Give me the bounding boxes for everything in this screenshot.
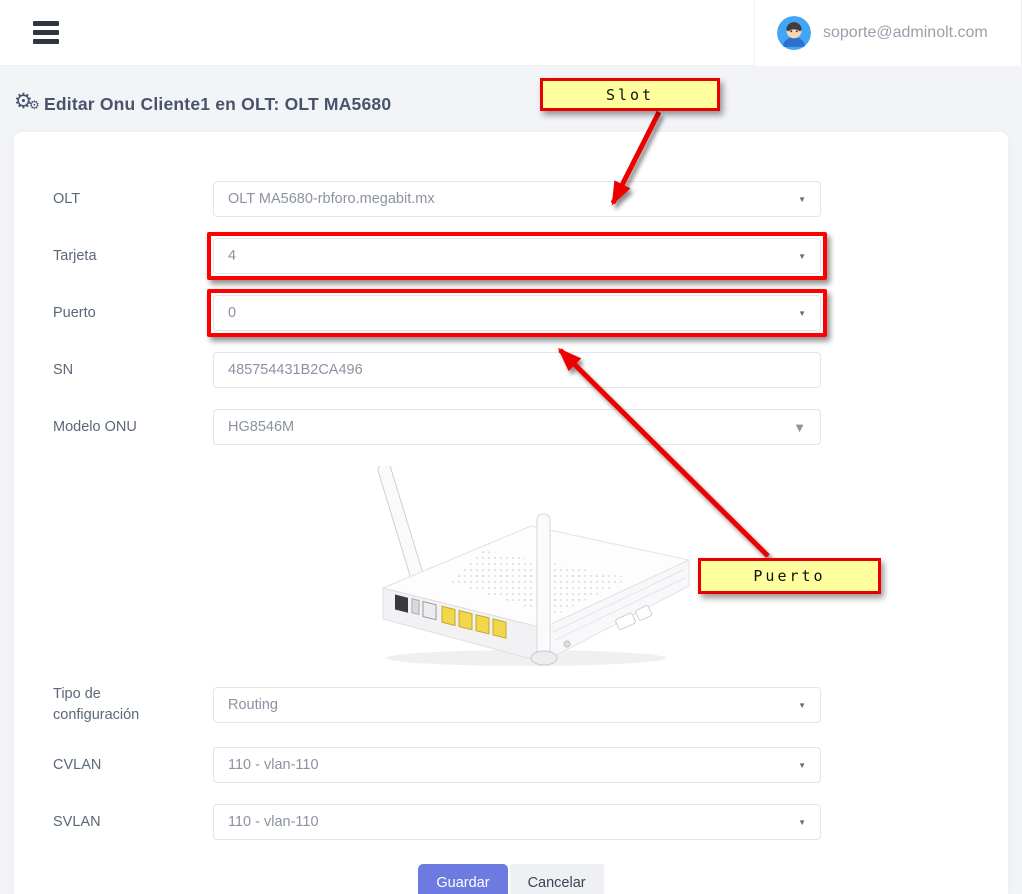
- sn-label: SN: [53, 360, 168, 381]
- page-title: Editar Onu Cliente1 en OLT: OLT MA5680: [44, 94, 391, 115]
- slot-callout: Slot: [540, 78, 720, 111]
- tipo-configuracion-row: Tipo de configuración Routing: [14, 684, 1008, 726]
- svlan-select-value: 110 - vlan-110: [228, 814, 790, 830]
- tarjeta-label: Tarjeta: [53, 246, 168, 267]
- user-avatar: [777, 16, 811, 50]
- olt-select[interactable]: OLT MA5680-rbforo.megabit.mx: [213, 181, 821, 217]
- tarjeta-highlight-box: 4: [207, 232, 827, 280]
- modelo-onu-select-value: HG8546M: [228, 419, 785, 435]
- user-email: soporte@adminolt.com: [823, 24, 988, 42]
- sn-row: SN: [14, 352, 1008, 388]
- cvlan-select-value: 110 - vlan-110: [228, 757, 790, 773]
- tipo-configuracion-select[interactable]: Routing: [213, 687, 821, 723]
- cvlan-label: CVLAN: [53, 755, 168, 776]
- puerto-highlight-box: 0: [207, 289, 827, 337]
- user-menu[interactable]: soporte@adminolt.com: [754, 0, 1022, 66]
- svlan-row: SVLAN 110 - vlan-110: [14, 804, 1008, 840]
- olt-label: OLT: [53, 189, 168, 210]
- hamburger-menu-button[interactable]: [33, 17, 59, 48]
- tipo-configuracion-select-value: Routing: [228, 697, 790, 713]
- page-header: ⚙⚙ Editar Onu Cliente1 en OLT: OLT MA568…: [0, 66, 1022, 126]
- sn-input[interactable]: [213, 352, 821, 388]
- modelo-onu-row: Modelo ONU HG8546M: [14, 409, 1008, 445]
- gears-icon: ⚙⚙: [14, 92, 44, 116]
- tarjeta-select-value: 4: [228, 248, 790, 264]
- top-header: soporte@adminolt.com: [0, 0, 1022, 66]
- modelo-onu-select[interactable]: HG8546M: [213, 409, 821, 445]
- tipo-configuracion-label: Tipo de configuración: [53, 684, 168, 726]
- svlan-select[interactable]: 110 - vlan-110: [213, 804, 821, 840]
- puerto-select[interactable]: 0: [213, 295, 821, 331]
- cvlan-select[interactable]: 110 - vlan-110: [213, 747, 821, 783]
- modelo-onu-label: Modelo ONU: [53, 417, 168, 438]
- puerto-select-value: 0: [228, 305, 790, 321]
- cancelar-button[interactable]: Cancelar: [510, 864, 604, 894]
- puerto-label: Puerto: [53, 303, 168, 324]
- puerto-row: Puerto 0: [14, 295, 1008, 331]
- puerto-callout: Puerto: [698, 558, 881, 594]
- tarjeta-row: Tarjeta 4: [14, 238, 1008, 274]
- svlan-label: SVLAN: [53, 812, 168, 833]
- guardar-button[interactable]: Guardar: [418, 864, 507, 894]
- olt-row: OLT OLT MA5680-rbforo.megabit.mx: [14, 181, 1008, 217]
- tarjeta-select[interactable]: 4: [213, 238, 821, 274]
- edit-onu-form-card: OLT OLT MA5680-rbforo.megabit.mx Tarjeta…: [14, 132, 1008, 894]
- olt-select-value: OLT MA5680-rbforo.megabit.mx: [228, 191, 790, 207]
- cvlan-row: CVLAN 110 - vlan-110: [14, 747, 1008, 783]
- form-actions: Guardar Cancelar: [14, 864, 1008, 894]
